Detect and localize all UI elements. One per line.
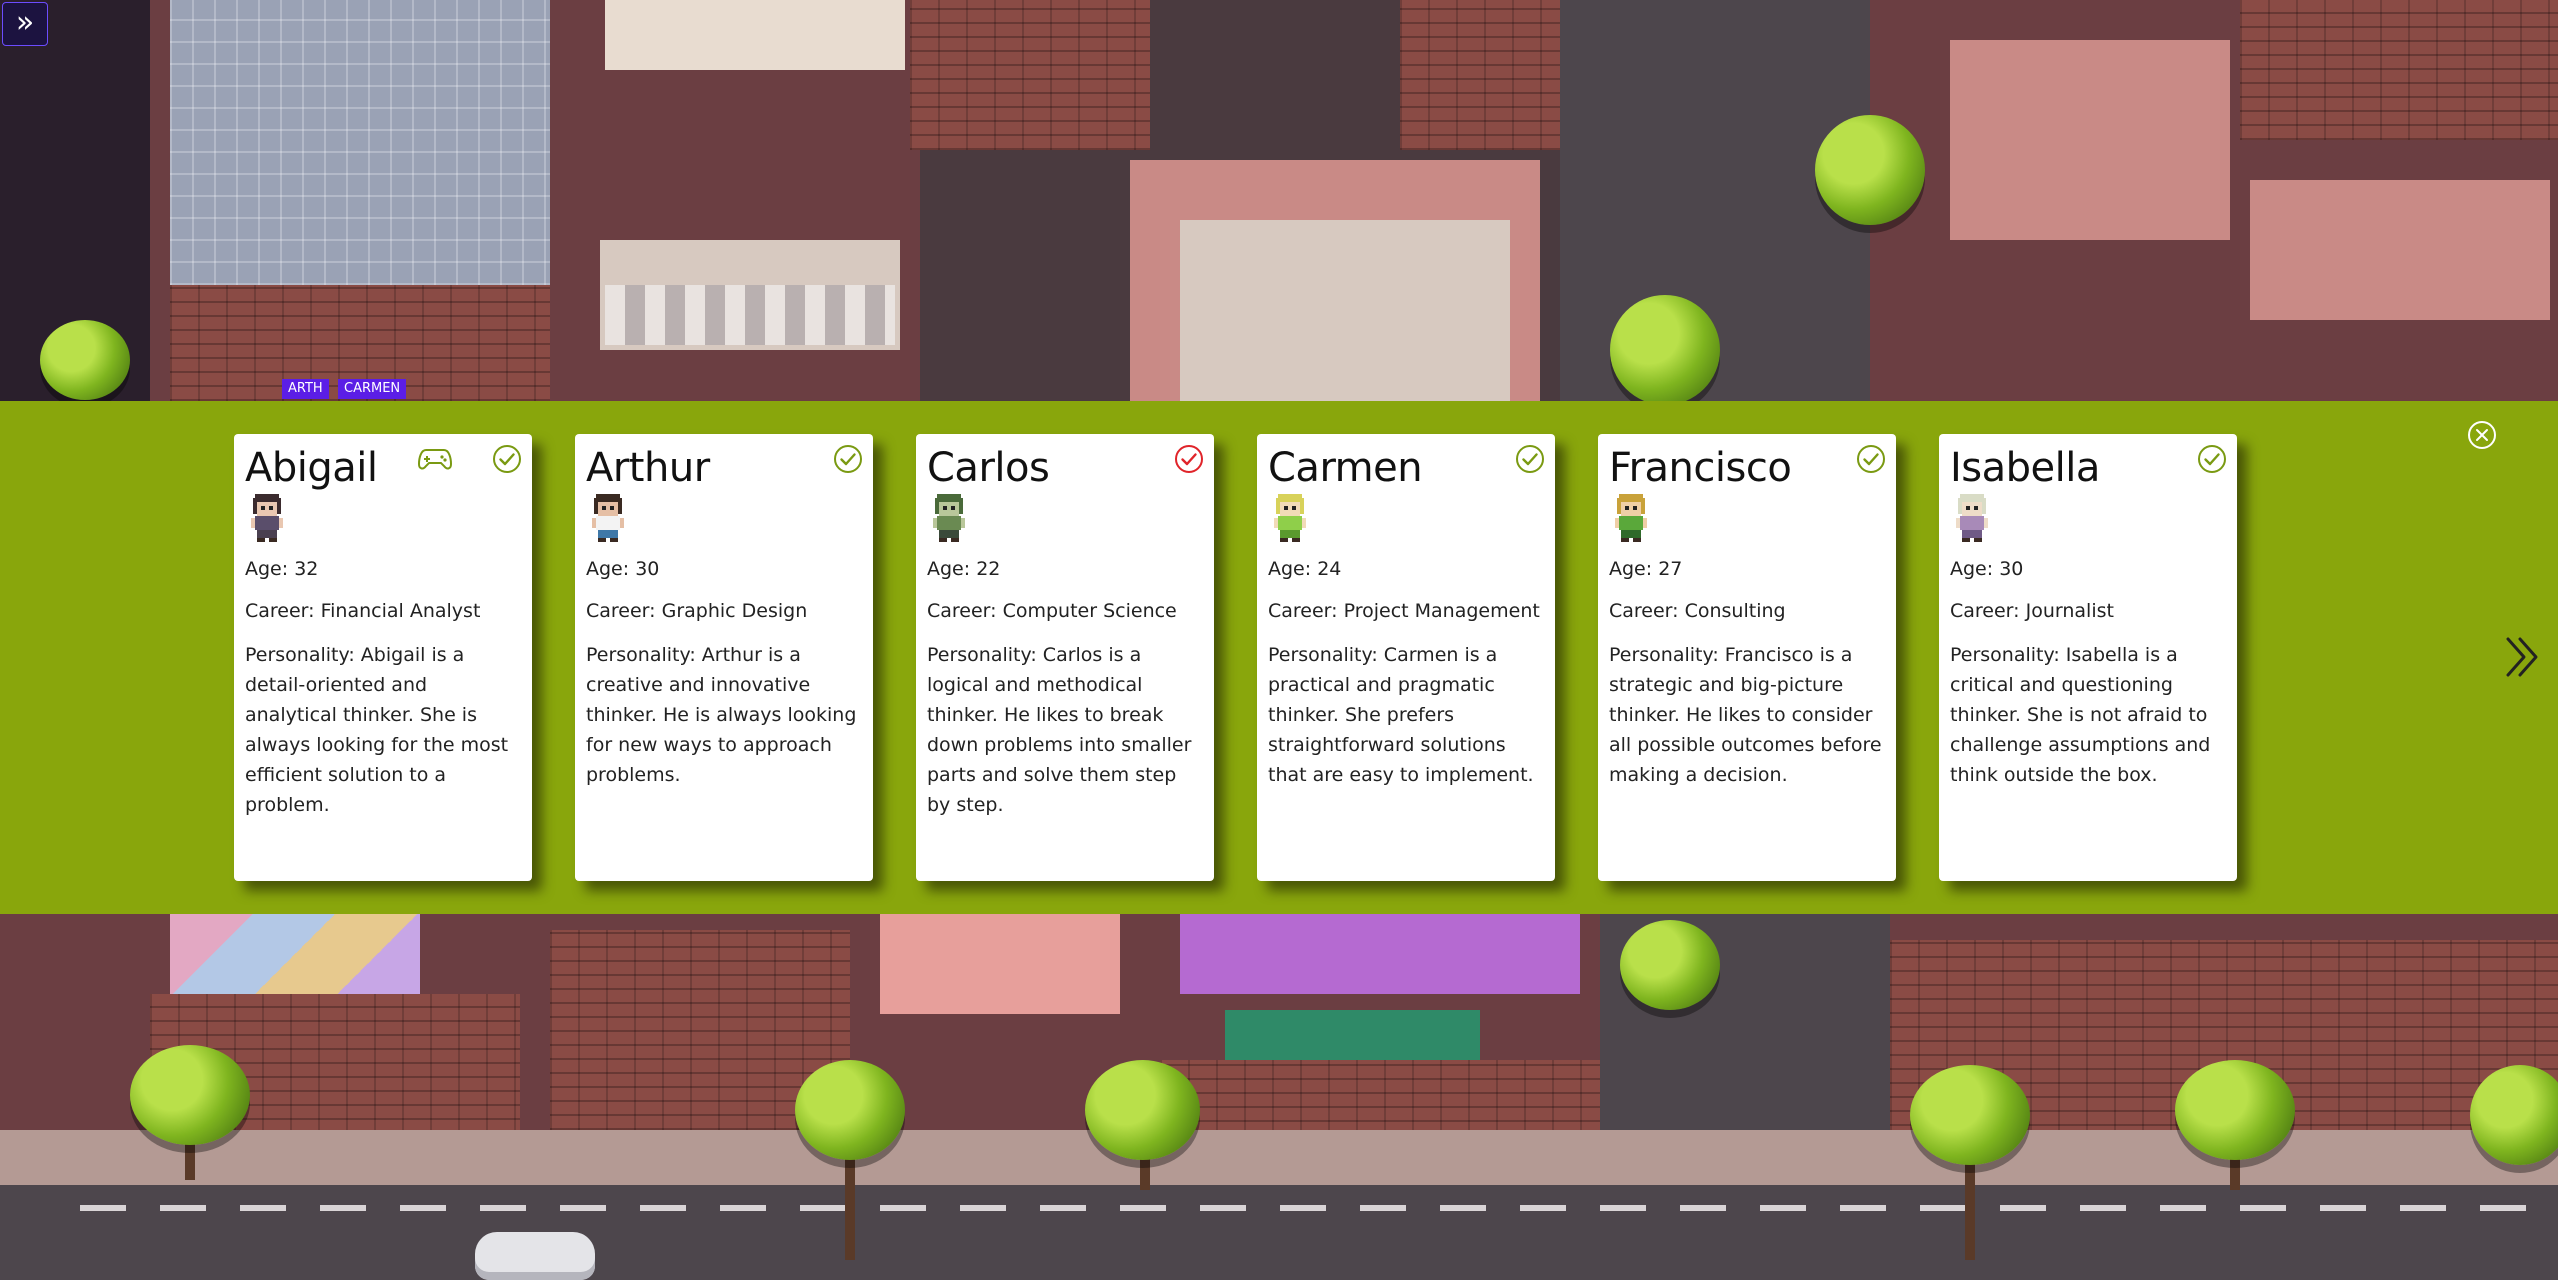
character-age: Age: 30 <box>586 558 660 580</box>
character-sprite <box>933 494 965 542</box>
character-career: Career: Journalist <box>1950 600 2114 622</box>
character-name: Isabella <box>1950 445 2100 491</box>
character-card-arthur[interactable]: Arthur Age: 30 Career: Graphic Design Pe… <box>575 434 873 881</box>
close-circle-icon <box>2468 421 2496 449</box>
check-circle-icon <box>1857 445 1885 473</box>
character-name: Carmen <box>1268 445 1423 491</box>
name-tag-arthur: ARTH <box>282 379 329 399</box>
character-name: Arthur <box>586 445 710 491</box>
character-career: Career: Consulting <box>1609 600 1786 622</box>
character-personality: Personality: Carmen is a practical and p… <box>1268 644 1534 786</box>
character-card-francisco[interactable]: Francisco Age: 27 Career: Consulting Per… <box>1598 434 1896 881</box>
character-name: Francisco <box>1609 445 1792 491</box>
check-circle-icon <box>493 445 521 473</box>
next-page-button[interactable] <box>2502 633 2542 681</box>
character-sprite <box>1615 494 1647 542</box>
check-circle-icon <box>1516 445 1544 473</box>
gamepad-icon[interactable] <box>418 446 452 472</box>
character-career: Career: Financial Analyst <box>245 600 481 622</box>
character-age: Age: 30 <box>1950 558 2024 580</box>
name-tag-carmen: CARMEN <box>338 379 407 399</box>
character-card-carmen[interactable]: Carmen Age: 24 Career: Project Managemen… <box>1257 434 1555 881</box>
character-personality: Personality: Francisco is a strategic an… <box>1609 644 1882 786</box>
character-sprite <box>251 494 283 542</box>
character-age: Age: 32 <box>245 558 319 580</box>
character-age: Age: 24 <box>1268 558 1342 580</box>
double-chevron-right-icon: » <box>15 5 35 40</box>
error-check-circle-icon <box>1175 445 1203 473</box>
character-card-carlos[interactable]: Carlos Age: 22 Career: Computer Science … <box>916 434 1214 881</box>
character-career: Career: Computer Science <box>927 600 1177 622</box>
character-age: Age: 27 <box>1609 558 1683 580</box>
character-sprite <box>592 494 624 542</box>
character-career: Career: Project Management <box>1268 600 1540 622</box>
check-circle-icon <box>834 445 862 473</box>
sidebar-toggle-button[interactable]: » <box>2 2 48 46</box>
character-panel: Abigail Age: 32 Career: Financial Analys… <box>0 401 2558 914</box>
character-card-abigail[interactable]: Abigail Age: 32 Career: Financial Analys… <box>234 434 532 881</box>
close-panel-button[interactable] <box>2467 420 2497 450</box>
double-chevron-right-icon <box>2506 637 2538 677</box>
character-career: Career: Graphic Design <box>586 600 808 622</box>
character-personality: Personality: Isabella is a critical and … <box>1950 644 2211 786</box>
character-name: Abigail <box>245 445 378 491</box>
character-sprite <box>1956 494 1988 542</box>
character-sprite <box>1274 494 1306 542</box>
character-name: Carlos <box>927 445 1050 491</box>
character-age: Age: 22 <box>927 558 1001 580</box>
character-card-isabella[interactable]: Isabella Age: 30 Career: Journalist Pers… <box>1939 434 2237 881</box>
character-personality: Personality: Abigail is a detail-oriente… <box>245 644 509 816</box>
character-personality: Personality: Carlos is a logical and met… <box>927 644 1192 816</box>
check-circle-icon <box>2198 445 2226 473</box>
character-personality: Personality: Arthur is a creative and in… <box>586 644 857 786</box>
